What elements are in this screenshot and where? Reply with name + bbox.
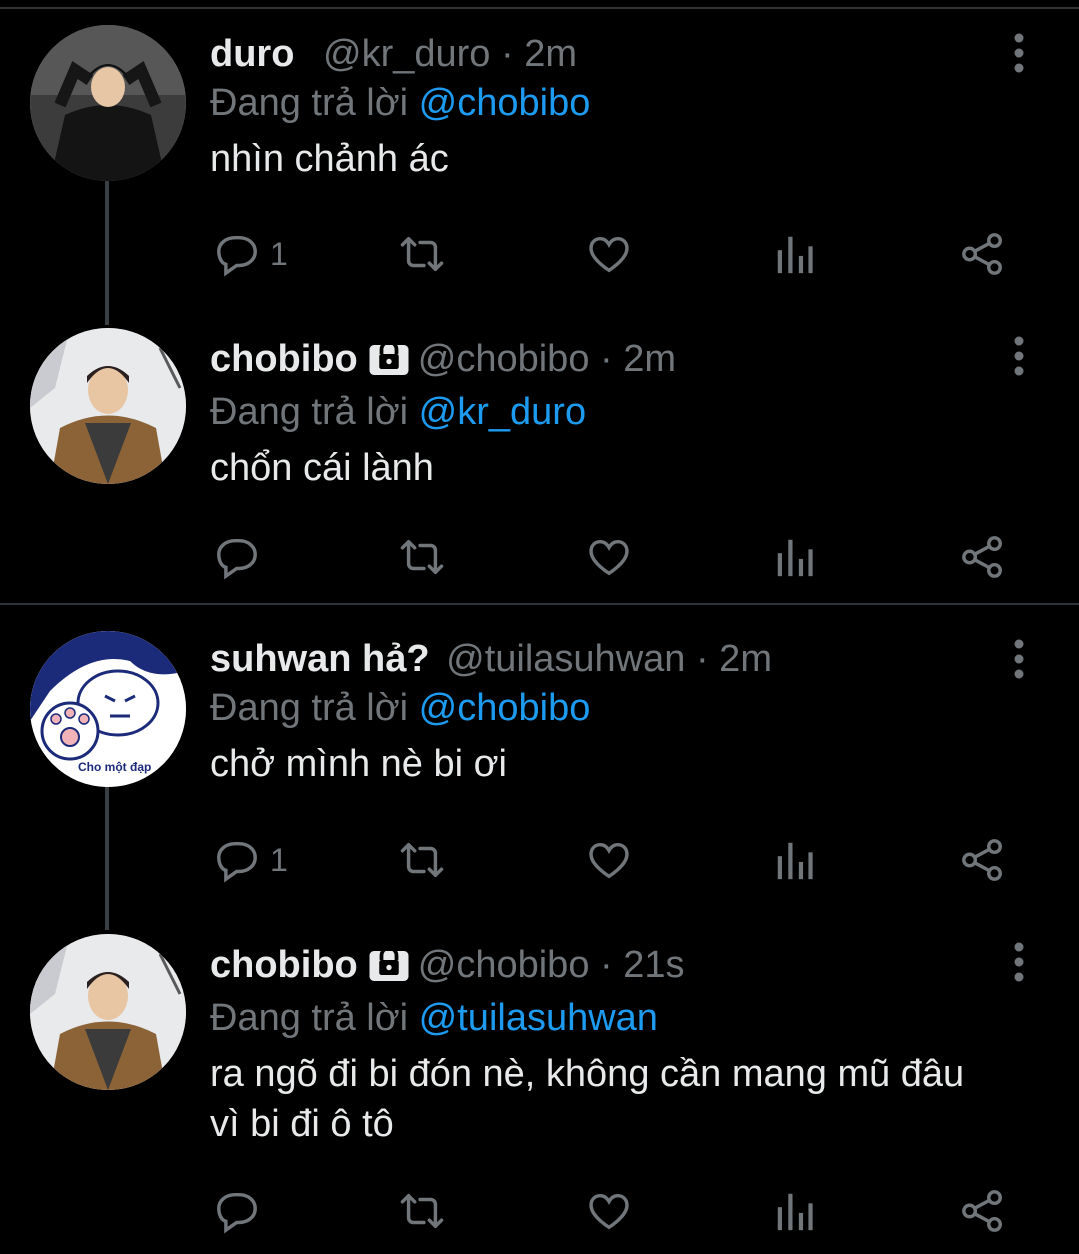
retweet-button[interactable] bbox=[398, 229, 446, 279]
tweet-text: nhìn chảnh ác bbox=[210, 138, 449, 180]
share-button[interactable] bbox=[960, 229, 1006, 279]
avatar[interactable] bbox=[30, 934, 186, 1090]
retweet-button[interactable] bbox=[398, 835, 446, 885]
avatar[interactable]: Cho một đạp bbox=[30, 631, 186, 787]
tweet-text: chở mình nè bi ơi bbox=[210, 743, 507, 785]
more-icon[interactable] bbox=[1009, 33, 1029, 73]
thread-line bbox=[105, 785, 109, 930]
reply-mention[interactable]: @chobibo bbox=[419, 687, 591, 729]
tweet-actions bbox=[210, 1186, 1030, 1236]
reply-prefix: Đang trả lời bbox=[210, 997, 419, 1039]
analytics-button[interactable] bbox=[775, 229, 815, 279]
tweet-text-line: vì bi đi ô tô bbox=[210, 1103, 394, 1145]
more-icon[interactable] bbox=[1009, 336, 1029, 376]
share-icon bbox=[962, 536, 1002, 578]
like-button[interactable] bbox=[585, 1186, 633, 1236]
tweet-actions bbox=[210, 532, 1030, 582]
analytics-icon bbox=[777, 539, 813, 577]
reply-button[interactable] bbox=[214, 532, 270, 582]
reply-context: Đang trả lời @chobibo bbox=[210, 78, 1019, 128]
analytics-icon bbox=[777, 842, 813, 880]
tweet-text: ra ngõ đi bi đón nè, không cần mang mũ đ… bbox=[210, 1049, 1019, 1149]
top-divider bbox=[0, 0, 1079, 9]
retweet-button[interactable] bbox=[398, 532, 446, 582]
avatar[interactable] bbox=[30, 25, 186, 181]
like-icon bbox=[589, 539, 629, 576]
tweet-actions: 1 bbox=[210, 835, 1030, 885]
reply-mention[interactable]: @chobibo bbox=[419, 82, 591, 124]
reply-button[interactable]: 1 bbox=[214, 835, 288, 885]
handle[interactable]: @kr_duro bbox=[323, 33, 490, 75]
retweet-icon bbox=[400, 842, 444, 878]
display-name[interactable]: suhwan hả? bbox=[210, 638, 430, 680]
reply-count: 1 bbox=[270, 235, 288, 272]
like-icon bbox=[589, 1193, 629, 1230]
like-button[interactable] bbox=[585, 229, 633, 279]
share-icon bbox=[962, 233, 1002, 275]
reply-mention[interactable]: @tuilasuhwan bbox=[419, 997, 658, 1039]
lock-icon bbox=[368, 945, 410, 993]
like-button[interactable] bbox=[585, 532, 633, 582]
avatar[interactable] bbox=[30, 328, 186, 484]
retweet-button[interactable] bbox=[398, 1186, 446, 1236]
like-icon bbox=[589, 236, 629, 273]
lock-icon bbox=[368, 339, 410, 387]
retweet-icon bbox=[400, 539, 444, 575]
timestamp: · 21s bbox=[600, 944, 685, 986]
share-button[interactable] bbox=[960, 532, 1006, 582]
share-icon bbox=[962, 839, 1002, 881]
display-name[interactable]: duro bbox=[210, 33, 294, 75]
analytics-button[interactable] bbox=[775, 1186, 815, 1236]
analytics-button[interactable] bbox=[775, 835, 815, 885]
timestamp: · 2m bbox=[695, 638, 772, 680]
reply-icon bbox=[217, 538, 257, 580]
like-icon bbox=[589, 842, 629, 879]
reply-icon bbox=[217, 235, 257, 277]
timestamp: · 2m bbox=[600, 338, 677, 380]
analytics-icon bbox=[777, 1193, 813, 1231]
share-icon bbox=[962, 1190, 1002, 1232]
reply-prefix: Đang trả lời bbox=[210, 82, 419, 124]
reply-icon bbox=[217, 841, 257, 883]
share-button[interactable] bbox=[960, 1186, 1006, 1236]
like-button[interactable] bbox=[585, 835, 633, 885]
handle[interactable]: @tuilasuhwan bbox=[446, 638, 685, 680]
reply-context: Đang trả lời @tuilasuhwan bbox=[210, 993, 1019, 1043]
reply-context: Đang trả lời @chobibo bbox=[210, 683, 1019, 733]
reply-context: Đang trả lời @kr_duro bbox=[210, 387, 1019, 437]
more-icon[interactable] bbox=[1009, 942, 1029, 982]
timestamp: · 2m bbox=[500, 33, 577, 75]
reply-prefix: Đang trả lời bbox=[210, 391, 419, 433]
reply-count: 1 bbox=[270, 841, 288, 878]
reply-mention[interactable]: @kr_duro bbox=[419, 391, 586, 433]
display-name[interactable]: chobibo bbox=[210, 338, 358, 380]
tweet-actions: 1 bbox=[210, 229, 1030, 279]
handle[interactable]: @chobibo bbox=[418, 338, 590, 380]
tweet-text-line: ra ngõ đi bi đón nè, không cần mang mũ đ… bbox=[210, 1053, 965, 1095]
display-name[interactable]: chobibo bbox=[210, 944, 358, 986]
reply-icon bbox=[217, 1192, 257, 1234]
more-icon[interactable] bbox=[1009, 639, 1029, 679]
reply-prefix: Đang trả lời bbox=[210, 687, 419, 729]
thread-line bbox=[105, 180, 109, 325]
conversation-divider bbox=[0, 603, 1079, 605]
avatar-caption: Cho một đạp bbox=[78, 760, 151, 774]
handle[interactable]: @chobibo bbox=[418, 944, 590, 986]
reply-button[interactable]: 1 bbox=[214, 229, 288, 279]
retweet-icon bbox=[400, 236, 444, 272]
tweet-text: chổn cái lành bbox=[210, 447, 434, 489]
share-button[interactable] bbox=[960, 835, 1006, 885]
reply-button[interactable] bbox=[214, 1186, 270, 1236]
analytics-icon bbox=[777, 236, 813, 274]
retweet-icon bbox=[400, 1193, 444, 1229]
analytics-button[interactable] bbox=[775, 532, 815, 582]
